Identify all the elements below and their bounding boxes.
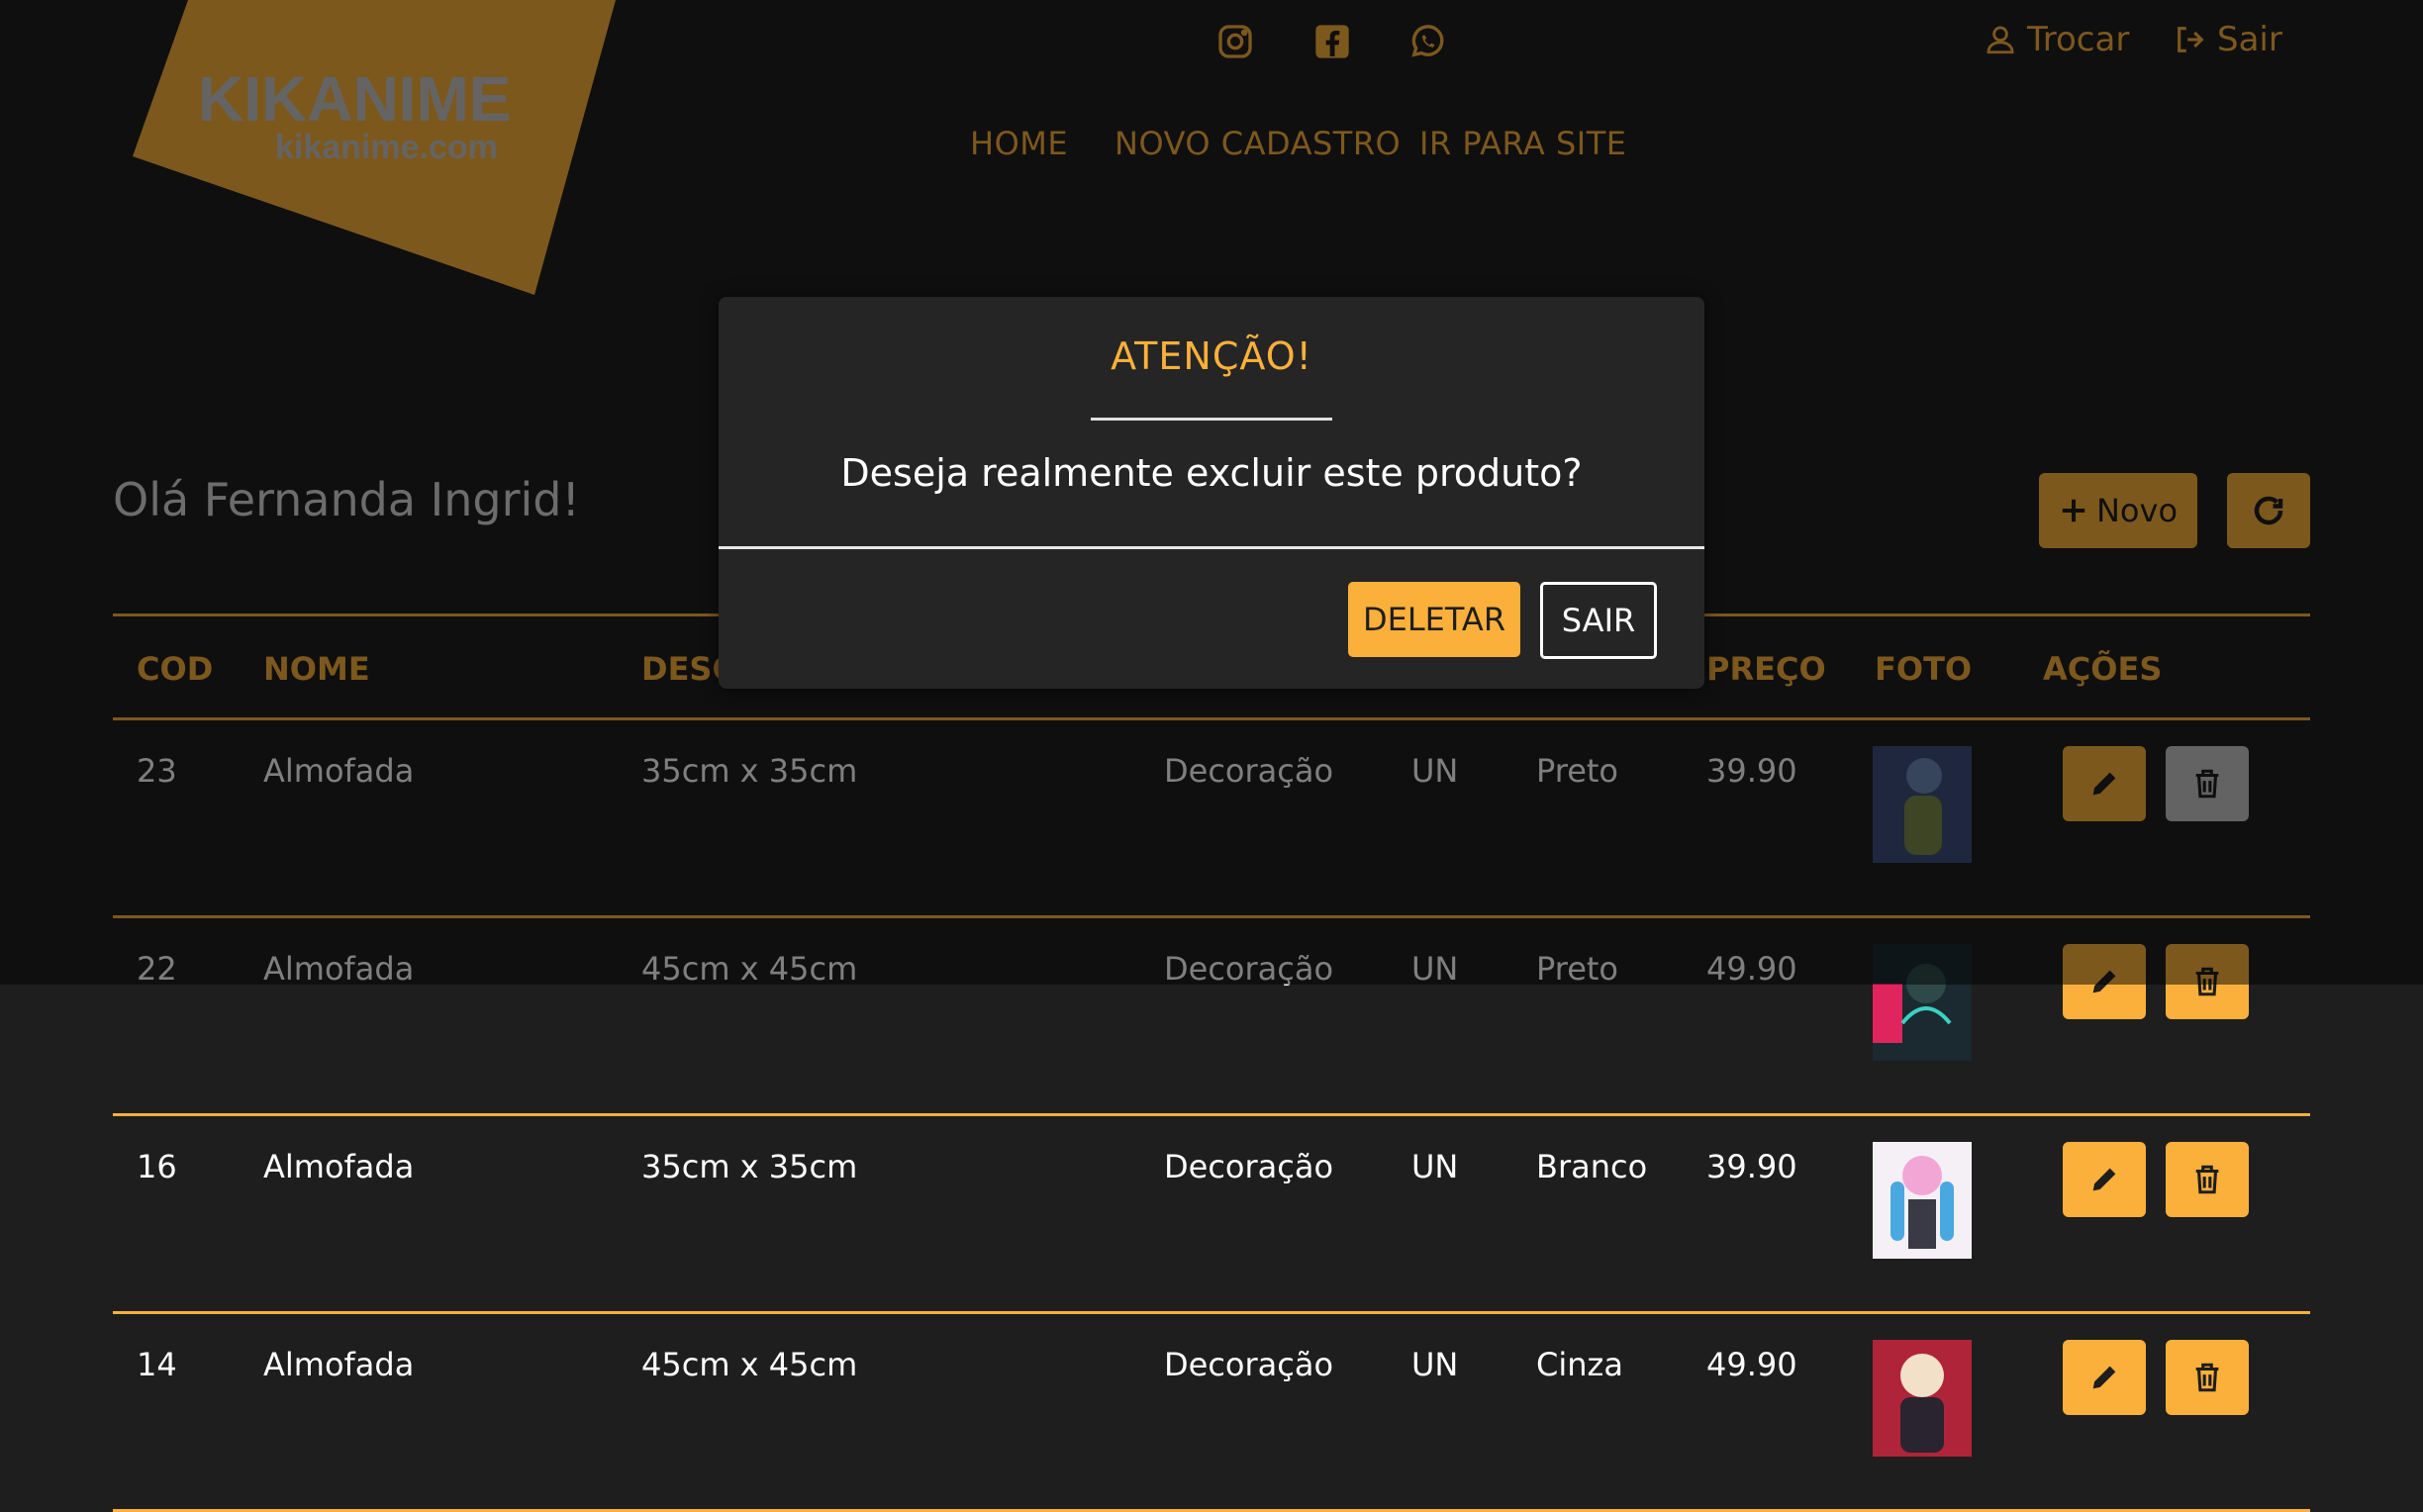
trash-icon [2195, 1363, 2219, 1392]
delete-button[interactable] [2166, 1340, 2249, 1415]
product-photo[interactable] [1873, 1340, 1972, 1457]
cell-nome: Almofada [263, 1346, 415, 1383]
modal-divider [719, 546, 1704, 549]
cell-cod: 14 [137, 1346, 177, 1383]
title-divider [1091, 418, 1332, 421]
page: KIKANIME kikanime.com Trocar Sair HOME N… [0, 0, 2423, 1512]
delete-button[interactable] [2166, 1142, 2249, 1217]
product-photo[interactable] [1873, 1142, 1972, 1259]
cell-categoria: Decoração [1164, 1148, 1334, 1185]
sair-button[interactable]: SAIR [1540, 582, 1657, 659]
cell-cod: 16 [137, 1148, 177, 1185]
cell-unidade: UN [1411, 1148, 1459, 1185]
trash-icon [2195, 1165, 2219, 1194]
edit-button[interactable] [2063, 1142, 2146, 1217]
cell-nome: Almofada [263, 1148, 415, 1185]
modal-title: ATENÇÃO! [1111, 334, 1312, 378]
cell-preco: 49.90 [1706, 1346, 1797, 1383]
cell-cor: Cinza [1536, 1346, 1623, 1383]
deletar-button[interactable]: DELETAR [1348, 582, 1520, 657]
cell-preco: 39.90 [1706, 1148, 1797, 1185]
cell-unidade: UN [1411, 1346, 1459, 1383]
cell-cor: Branco [1536, 1148, 1648, 1185]
table-row: 14 Almofada 45cm x 45cm Decoração UN Cin… [113, 1314, 2310, 1512]
table-row: 16 Almofada 35cm x 35cm Decoração UN Bra… [113, 1116, 2310, 1314]
modal-message: Deseja realmente excluir este produto? [840, 451, 1583, 495]
edit-button[interactable] [2063, 1340, 2146, 1415]
cell-desc: 45cm x 45cm [641, 1346, 858, 1383]
pencil-icon [2092, 1366, 2116, 1389]
cell-categoria: Decoração [1164, 1346, 1334, 1383]
confirm-delete-modal: ATENÇÃO! Deseja realmente excluir este p… [719, 297, 1704, 689]
cell-desc: 35cm x 35cm [641, 1148, 858, 1185]
pencil-icon [2092, 1168, 2116, 1191]
